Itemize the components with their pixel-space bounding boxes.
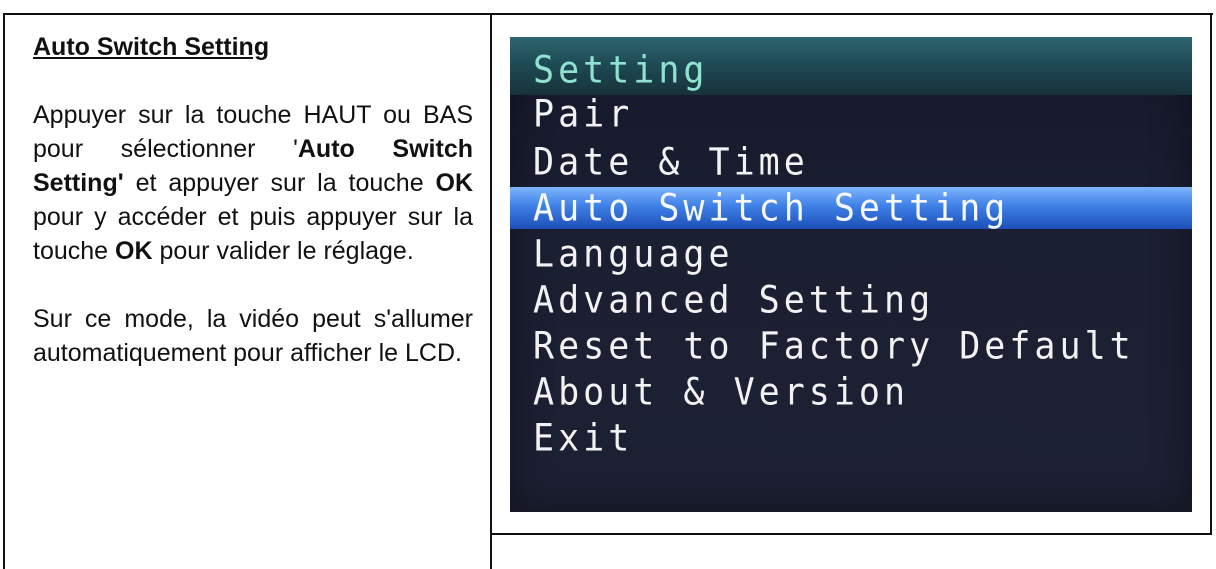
osd-item-date-time[interactable]: Date & Time xyxy=(533,141,809,184)
mode-description-paragraph: Sur ce mode, la vidéo peut s'allumer aut… xyxy=(33,305,473,367)
instruction-text-4: pour valider le réglage. xyxy=(152,237,414,265)
osd-item-advanced-setting[interactable]: Advanced Setting xyxy=(533,279,934,322)
osd-menu-screenshot: Setting Pair Date & Time Auto Switch Set… xyxy=(510,37,1192,512)
osd-item-auto-switch-setting[interactable]: Auto Switch Setting xyxy=(533,187,1009,230)
table-border-top xyxy=(3,13,1213,15)
osd-item-pair[interactable]: Pair xyxy=(533,93,633,136)
table-border-left xyxy=(3,13,5,569)
osd-item-reset-factory-default[interactable]: Reset to Factory Default xyxy=(533,325,1135,368)
table-border-bottom xyxy=(490,533,1212,535)
instruction-bold-ok-1: OK xyxy=(435,169,474,197)
instruction-column: Auto Switch Setting Appuyer sur la touch… xyxy=(33,30,473,370)
table-border-divider xyxy=(490,13,492,569)
instruction-bold-ok-2: OK xyxy=(115,237,153,265)
instruction-text-2: et appuyer sur la touche xyxy=(123,169,436,197)
osd-item-language[interactable]: Language xyxy=(533,233,734,276)
osd-menu-title: Setting xyxy=(533,49,709,93)
osd-item-about-version[interactable]: About & Version xyxy=(533,371,909,414)
instruction-paragraph: Appuyer sur la touche HAUT ou BAS pour s… xyxy=(33,98,473,268)
table-border-right xyxy=(1210,13,1212,534)
section-heading: Auto Switch Setting xyxy=(33,33,270,61)
osd-item-exit[interactable]: Exit xyxy=(533,417,633,460)
